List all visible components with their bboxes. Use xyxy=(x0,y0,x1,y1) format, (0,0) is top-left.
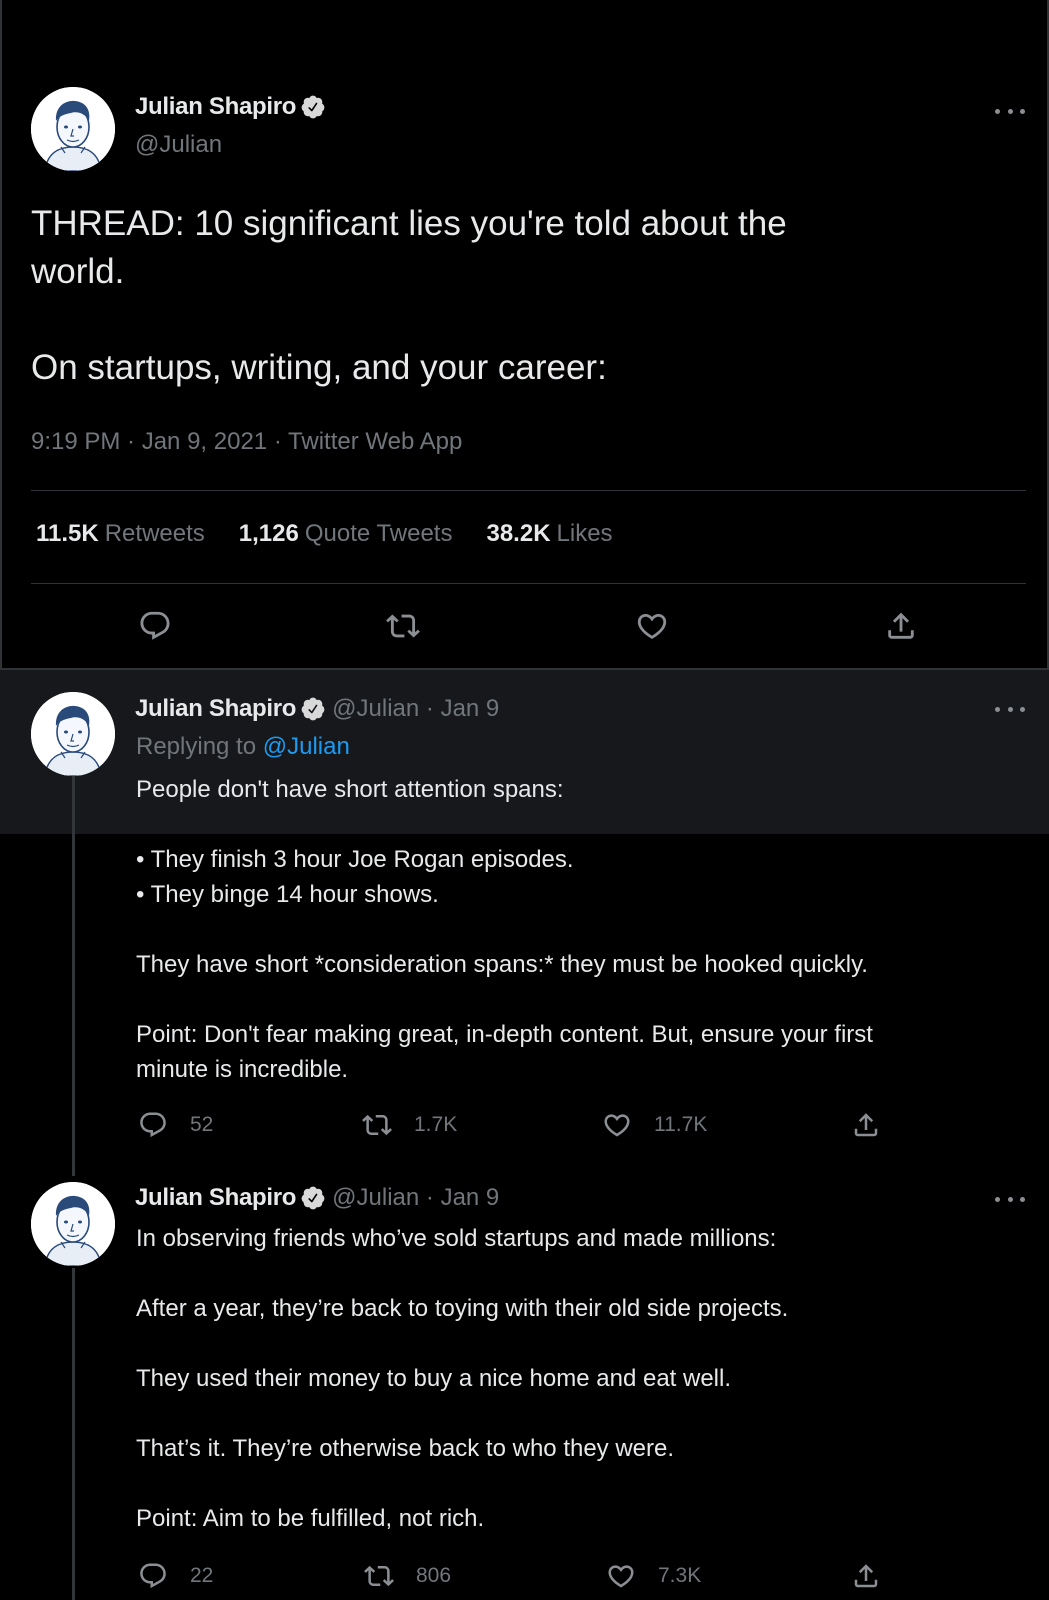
thread-connector xyxy=(72,1268,75,1600)
like-count: 7.3K xyxy=(658,1564,702,1587)
share-icon xyxy=(854,1564,878,1588)
stat-label: Retweets xyxy=(104,520,205,547)
reply-text-line: Point: Don't fear making great, in-depth… xyxy=(136,1021,873,1048)
reply-count: 22 xyxy=(190,1564,214,1587)
reply-text-line: People don't have short attention spans: xyxy=(136,776,564,803)
reply-text-line xyxy=(136,1256,1016,1291)
stat-retweets[interactable]: 11.5K Retweets xyxy=(36,520,205,548)
tweet-text-line: On startups, writing, and your career: xyxy=(31,348,607,387)
author-name-row: Julian Shapiro xyxy=(135,93,326,121)
tweet-text: THREAD: 10 significant lies you're told … xyxy=(31,200,991,392)
stat-likes[interactable]: 38.2K Likes xyxy=(486,520,612,548)
reply-text-line: In observing friends who’ve sold startup… xyxy=(136,1225,777,1252)
author-name[interactable]: Julian Shapiro xyxy=(135,695,296,723)
replying-prefix: Replying to xyxy=(136,733,257,760)
tweet-text-line: THREAD: 10 significant lies you're told … xyxy=(31,204,787,243)
stat-label: Quote Tweets xyxy=(304,520,453,547)
verified-badge-icon xyxy=(300,696,326,722)
retweet-count-button[interactable]: 1.7K xyxy=(362,1110,457,1140)
tweet-timestamp[interactable]: 9:19 PM · Jan 9, 2021 · Twitter Web App xyxy=(31,428,462,456)
retweet-icon xyxy=(364,1565,394,1587)
like-icon xyxy=(608,1565,634,1588)
retweet-icon xyxy=(362,1114,392,1136)
avatar[interactable] xyxy=(31,87,115,171)
verified-badge-icon xyxy=(300,1185,326,1211)
avatar[interactable] xyxy=(31,1182,115,1266)
reply-text-line: • They binge 14 hour shows. xyxy=(136,881,439,908)
verified-badge-icon xyxy=(300,94,326,120)
reply-text-line xyxy=(136,982,1016,1017)
divider xyxy=(31,583,1026,584)
stat-quote-tweets[interactable]: 1,126 Quote Tweets xyxy=(239,520,453,548)
retweet-icon[interactable] xyxy=(386,609,420,643)
reply-count-button[interactable]: 22 xyxy=(138,1561,213,1591)
divider xyxy=(31,490,1026,491)
reply-count: 52 xyxy=(190,1113,214,1136)
reply-text-line xyxy=(136,1326,1016,1361)
like-count: 11.7K xyxy=(654,1113,708,1136)
author-name[interactable]: Julian Shapiro xyxy=(135,1184,296,1212)
tweet-text-line: world. xyxy=(31,252,125,291)
reply-text-line: minute is incredible. xyxy=(136,1056,349,1083)
tweet-stats: 11.5K Retweets 1,126 Quote Tweets 38.2K Lik… xyxy=(36,520,613,548)
stat-value: 11.5K xyxy=(36,520,99,547)
stat-value: 38.2K xyxy=(486,520,551,547)
author-handle-date[interactable]: @Julian · Jan 9 xyxy=(332,695,499,723)
reply-text-line xyxy=(136,1396,1016,1431)
reply-count-button[interactable]: 52 xyxy=(138,1110,213,1140)
reply-text-line: Point: Aim to be fulfilled, not rich. xyxy=(136,1505,485,1532)
reply-text: People don't have short attention spans:… xyxy=(136,772,1016,1087)
stat-label: Likes xyxy=(556,520,613,547)
share-icon[interactable] xyxy=(884,609,918,643)
thread-connector xyxy=(72,774,75,1176)
retweet-count-button[interactable]: 806 xyxy=(364,1561,451,1591)
reply-text-line: • They finish 3 hour Joe Rogan episodes. xyxy=(136,846,574,873)
stat-value: 1,126 xyxy=(238,520,299,547)
reply-text-line xyxy=(136,912,1016,947)
avatar[interactable] xyxy=(31,692,115,776)
replying-to-link[interactable]: @Julian xyxy=(263,733,350,760)
share-icon xyxy=(854,1113,878,1137)
more-icon[interactable] xyxy=(995,106,1025,116)
replying-to: Replying to @Julian xyxy=(136,733,350,761)
reply-text-line xyxy=(136,1466,1016,1501)
like-count-button[interactable]: 7.3K xyxy=(606,1561,701,1591)
like-icon[interactable] xyxy=(635,609,669,643)
author-name[interactable]: Julian Shapiro xyxy=(135,93,296,121)
reply-icon xyxy=(140,1563,166,1589)
like-icon xyxy=(604,1114,630,1137)
author-handle-date[interactable]: @Julian · Jan 9 xyxy=(332,1184,499,1212)
retweet-count: 806 xyxy=(416,1564,452,1587)
reply-icon xyxy=(140,1112,166,1138)
retweet-count: 1.7K xyxy=(414,1113,458,1136)
like-count-button[interactable]: 11.7K xyxy=(602,1110,707,1140)
reply-text-line: After a year, they’re back to toying wit… xyxy=(136,1295,789,1322)
avatar-illustration xyxy=(31,87,115,171)
more-icon[interactable] xyxy=(995,704,1025,714)
more-icon[interactable] xyxy=(995,1194,1025,1204)
main-tweet: Julian Shapiro @Julian THREAD: 10 signif… xyxy=(0,0,1049,668)
author-handle[interactable]: @Julian xyxy=(135,131,222,159)
reply-text-line xyxy=(136,807,1016,842)
reply-text: In observing friends who’ve sold startup… xyxy=(136,1221,1016,1536)
reply-text-line: That’s it. They’re otherwise back to who… xyxy=(136,1435,675,1462)
reply-text-line: They used their money to buy a nice home… xyxy=(136,1365,732,1392)
avatar-illustration xyxy=(31,692,115,776)
reply-text-line: They have short *consideration spans:* t… xyxy=(136,951,868,978)
avatar-illustration xyxy=(31,1182,115,1266)
reply-author-row: Julian Shapiro @Julian · Jan 9 xyxy=(135,1184,499,1212)
share-button[interactable] xyxy=(851,1561,903,1591)
reply-icon[interactable] xyxy=(138,609,172,643)
share-button[interactable] xyxy=(851,1110,903,1140)
reply-author-row: Julian Shapiro @Julian · Jan 9 xyxy=(135,695,499,723)
